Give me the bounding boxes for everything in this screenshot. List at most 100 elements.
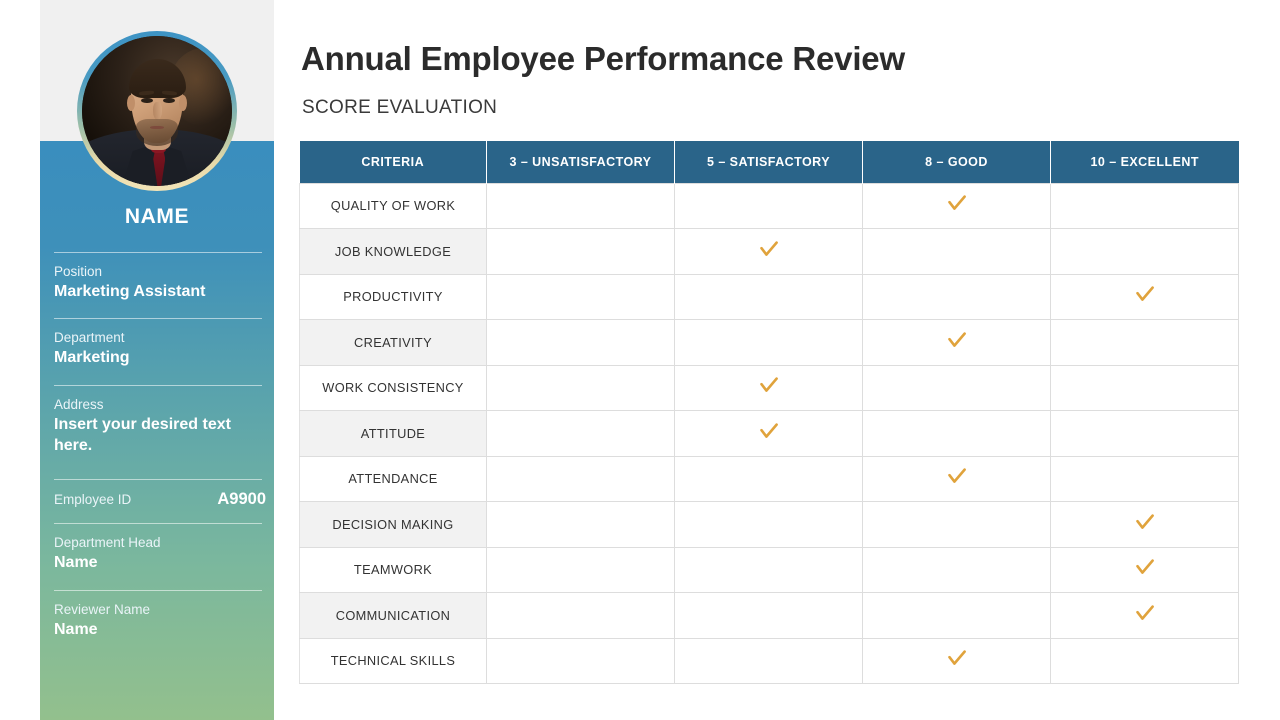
score-cell-3[interactable] <box>486 410 675 457</box>
score-cell-8[interactable] <box>862 182 1051 229</box>
column-header-score-5: 5 – SATISFACTORY <box>674 141 863 183</box>
score-cell-10[interactable] <box>1050 546 1239 593</box>
table-row: JOB KNOWLEDGE <box>299 228 1239 275</box>
employee-name: NAME <box>124 205 190 228</box>
score-cell-5[interactable] <box>674 455 863 502</box>
criteria-cell: ATTITUDE <box>299 410 487 457</box>
score-cell-10[interactable] <box>1050 319 1239 366</box>
score-cell-3[interactable] <box>486 319 675 366</box>
field-label: Department Head <box>54 535 161 550</box>
field-value: Name <box>54 621 98 638</box>
table-row: QUALITY OF WORK <box>299 182 1239 229</box>
score-cell-3[interactable] <box>486 501 675 548</box>
checkmark-icon <box>1134 602 1156 624</box>
table-header-row: CRITERIA 3 – UNSATISFACTORY 5 – SATISFACTO… <box>299 141 1239 183</box>
avatar-photo <box>82 36 232 186</box>
criteria-cell: COMMUNICATION <box>299 592 487 639</box>
score-cell-10[interactable] <box>1050 455 1239 502</box>
score-cell-10[interactable] <box>1050 182 1239 229</box>
score-cell-10[interactable] <box>1050 592 1239 639</box>
criteria-cell: TEAMWORK <box>299 546 487 593</box>
sidebar-field-address: Address Insert your desired text here. <box>54 396 266 456</box>
score-cell-10[interactable] <box>1050 501 1239 548</box>
table-row: ATTENDANCE <box>299 455 1239 502</box>
criteria-cell: WORK CONSISTENCY <box>299 364 487 411</box>
score-cell-8[interactable] <box>862 410 1051 457</box>
field-label: Employee ID <box>54 492 132 507</box>
criteria-cell: PRODUCTIVITY <box>299 273 487 320</box>
criteria-cell: TECHNICAL SKILLS <box>299 637 487 684</box>
score-cell-3[interactable] <box>486 364 675 411</box>
sidebar-divider <box>54 318 262 319</box>
score-cell-10[interactable] <box>1050 228 1239 275</box>
sidebar-field-department-head: Department Head Name <box>54 534 266 573</box>
score-cell-5[interactable] <box>674 410 863 457</box>
score-cell-8[interactable] <box>862 637 1051 684</box>
sidebar-field-reviewer-name: Reviewer Name Name <box>54 601 266 640</box>
score-cell-5[interactable] <box>674 273 863 320</box>
score-cell-3[interactable] <box>486 182 675 229</box>
column-header-score-10: 10 – EXCELLENT <box>1050 141 1239 183</box>
table-row: CREATIVITY <box>299 319 1239 366</box>
score-evaluation-table: CRITERIA 3 – UNSATISFACTORY 5 – SATISFACTO… <box>299 141 1239 684</box>
table-row: COMMUNICATION <box>299 592 1239 639</box>
slide-root: NAME Position Marketing Assistant Depart… <box>0 0 1280 720</box>
field-value: Insert your desired text here. <box>54 416 231 454</box>
checkmark-icon <box>1134 511 1156 533</box>
sidebar-divider <box>54 385 262 386</box>
score-cell-8[interactable] <box>862 319 1051 366</box>
score-cell-10[interactable] <box>1050 637 1239 684</box>
score-cell-3[interactable] <box>486 592 675 639</box>
sidebar-field-department: Department Marketing <box>54 329 266 368</box>
sidebar-divider <box>54 590 262 591</box>
checkmark-icon <box>946 647 968 669</box>
score-cell-8[interactable] <box>862 501 1051 548</box>
checkmark-icon <box>758 238 780 260</box>
score-cell-5[interactable] <box>674 364 863 411</box>
score-cell-5[interactable] <box>674 546 863 593</box>
page-subtitle: SCORE EVALUATION <box>302 97 498 118</box>
score-cell-10[interactable] <box>1050 364 1239 411</box>
score-cell-5[interactable] <box>674 501 863 548</box>
score-cell-8[interactable] <box>862 364 1051 411</box>
criteria-cell: ATTENDANCE <box>299 455 487 502</box>
score-cell-3[interactable] <box>486 637 675 684</box>
field-value: Marketing <box>54 349 130 366</box>
field-value: A9900 <box>217 490 266 508</box>
score-cell-5[interactable] <box>674 592 863 639</box>
score-cell-10[interactable] <box>1050 273 1239 320</box>
score-cell-8[interactable] <box>862 592 1051 639</box>
table-row: DECISION MAKING <box>299 501 1239 548</box>
sidebar-divider <box>54 523 262 524</box>
field-label: Department <box>54 330 125 345</box>
score-cell-5[interactable] <box>674 182 863 229</box>
table-row: PRODUCTIVITY <box>299 273 1239 320</box>
table-row: TEAMWORK <box>299 546 1239 593</box>
field-label: Position <box>54 264 103 279</box>
score-cell-3[interactable] <box>486 228 675 275</box>
score-cell-5[interactable] <box>674 228 863 275</box>
checkmark-icon <box>1134 556 1156 578</box>
score-cell-3[interactable] <box>486 273 675 320</box>
score-cell-5[interactable] <box>674 637 863 684</box>
avatar <box>77 31 237 191</box>
sidebar-field-position: Position Marketing Assistant <box>54 263 266 302</box>
score-cell-8[interactable] <box>862 228 1051 275</box>
score-cell-5[interactable] <box>674 319 863 366</box>
table-row: TECHNICAL SKILLS <box>299 637 1239 684</box>
score-cell-3[interactable] <box>486 546 675 593</box>
score-cell-3[interactable] <box>486 455 675 502</box>
field-value: Marketing Assistant <box>54 283 206 300</box>
field-value: Name <box>54 554 98 571</box>
criteria-cell: DECISION MAKING <box>299 501 487 548</box>
score-cell-10[interactable] <box>1050 410 1239 457</box>
criteria-cell: QUALITY OF WORK <box>299 182 487 229</box>
field-label: Address <box>54 397 104 412</box>
score-cell-8[interactable] <box>862 273 1051 320</box>
sidebar-divider <box>54 479 262 480</box>
sidebar-divider <box>54 252 262 253</box>
checkmark-icon <box>758 420 780 442</box>
score-cell-8[interactable] <box>862 546 1051 593</box>
criteria-cell: JOB KNOWLEDGE <box>299 228 487 275</box>
score-cell-8[interactable] <box>862 455 1051 502</box>
